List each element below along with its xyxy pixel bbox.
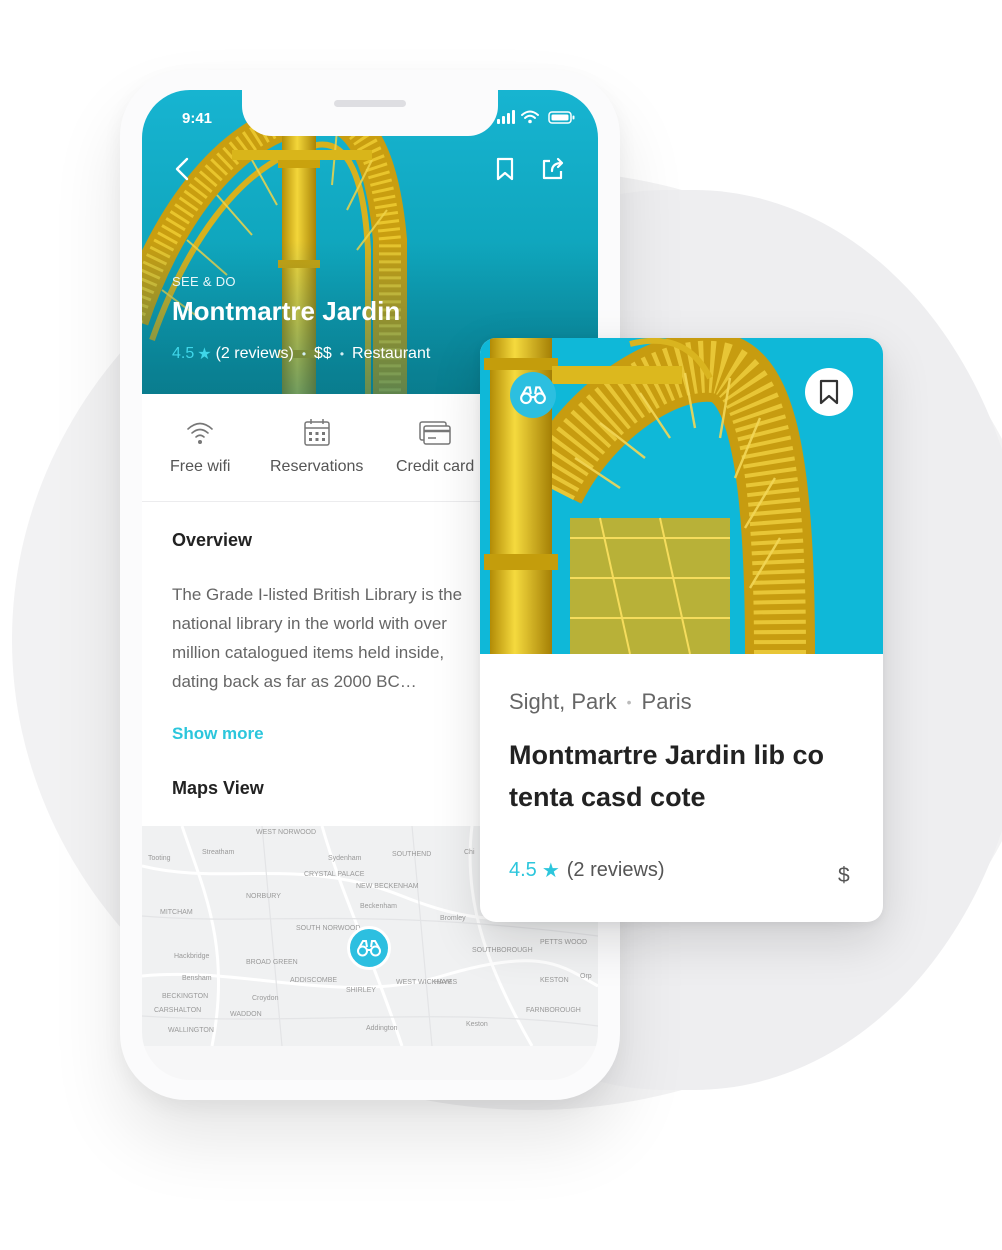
card-reviews[interactable]: (2 reviews) bbox=[567, 859, 665, 882]
card-image bbox=[480, 338, 883, 654]
card-location: Sight, Park • Paris bbox=[509, 689, 692, 715]
place-meta: 4.5 ★ (2 reviews) • $$ • Restaurant bbox=[172, 344, 430, 364]
card-city: Paris bbox=[641, 689, 692, 714]
place-type: Restaurant bbox=[352, 345, 431, 362]
map-label: PETTS WOOD bbox=[540, 939, 587, 946]
map-label: Orp bbox=[580, 973, 592, 980]
map-label: Tooting bbox=[148, 855, 171, 862]
bookmark-icon[interactable] bbox=[492, 156, 518, 182]
map-label: Keston bbox=[466, 1021, 488, 1028]
map-label: Addington bbox=[366, 1025, 398, 1032]
map-label: WEST NORWOOD bbox=[256, 829, 316, 836]
place-category: SEE & DO bbox=[172, 274, 236, 289]
meta-separator: • bbox=[339, 347, 345, 361]
meta-separator: • bbox=[301, 347, 307, 361]
map-label: CRYSTAL PALACE bbox=[304, 871, 365, 878]
card-category: Sight, Park bbox=[509, 689, 617, 714]
map-label: Hackbridge bbox=[174, 953, 210, 960]
amenity-label: Credit card bbox=[396, 458, 475, 475]
map-label: Streatham bbox=[202, 849, 234, 856]
place-card[interactable]: Sight, Park • Paris Montmartre Jardin li… bbox=[480, 338, 883, 922]
card-bookmark-button[interactable] bbox=[805, 368, 853, 416]
map-label: KESTON bbox=[540, 977, 569, 984]
map-label: NEW BECKENHAM bbox=[356, 883, 419, 890]
map-label: Beckenham bbox=[360, 903, 397, 910]
overview-text: The Grade I-listed British Library is th… bbox=[172, 585, 463, 691]
phone-speaker bbox=[334, 100, 406, 107]
card-price: $ bbox=[838, 864, 850, 887]
map-label: ADDISCOMBE bbox=[290, 977, 337, 984]
calendar-icon bbox=[303, 419, 330, 446]
maps-heading: Maps View bbox=[172, 778, 264, 798]
card-rating-row: 4.5 ★ (2 reviews) bbox=[509, 858, 665, 883]
wifi-status-icon bbox=[521, 110, 539, 119]
back-arrow-icon[interactable] bbox=[170, 156, 196, 182]
place-rating: 4.5 bbox=[172, 345, 195, 362]
star-icon: ★ bbox=[541, 860, 560, 882]
map-label: FARNBOROUGH bbox=[526, 1007, 581, 1014]
map-label: Croydon bbox=[252, 995, 279, 1002]
map-label: NORBURY bbox=[246, 893, 281, 900]
bookmark-icon bbox=[819, 379, 839, 405]
credit-card-icon bbox=[419, 421, 451, 445]
star-icon: ★ bbox=[197, 346, 212, 363]
show-more-link[interactable]: Show more bbox=[172, 724, 264, 744]
map-label: WADDON bbox=[230, 1011, 262, 1018]
amenity-label: Free wifi bbox=[170, 458, 231, 475]
map-label: BROAD GREEN bbox=[246, 959, 298, 966]
status-time: 9:41 bbox=[182, 110, 213, 127]
map-label: Sydenham bbox=[328, 855, 362, 862]
location-separator: • bbox=[626, 694, 632, 710]
status-icons bbox=[497, 110, 575, 124]
map-pin[interactable] bbox=[347, 926, 391, 970]
amenity-credit-card: Credit card bbox=[396, 418, 474, 476]
share-icon[interactable] bbox=[540, 156, 566, 182]
map-label: Bromley bbox=[440, 915, 466, 922]
map-label: Chi bbox=[464, 849, 475, 856]
map-label: WALLINGTON bbox=[168, 1027, 214, 1034]
card-rating: 4.5 bbox=[509, 859, 537, 881]
category-badge bbox=[510, 372, 556, 418]
map-label: CARSHALTON bbox=[154, 1007, 201, 1014]
battery-icon bbox=[548, 111, 575, 124]
place-price: $$ bbox=[314, 345, 332, 362]
overview-heading: Overview bbox=[172, 530, 253, 550]
amenity-label: Reservations bbox=[270, 458, 364, 475]
place-title: Montmartre Jardin bbox=[172, 296, 401, 326]
card-title[interactable]: Montmartre Jardin lib co tenta casd cote bbox=[509, 734, 859, 818]
phone-notch bbox=[242, 90, 498, 136]
map-label: BECKINGTON bbox=[162, 993, 208, 1000]
map-label: HAYES bbox=[434, 979, 458, 986]
map-label: MITCHAM bbox=[160, 909, 193, 916]
map-label: SOUTH NORWOOD bbox=[296, 925, 360, 932]
amenity-reservations: Reservations bbox=[270, 418, 363, 476]
map-label: SOUTHBOROUGH bbox=[472, 947, 533, 954]
place-reviews[interactable]: (2 reviews) bbox=[216, 345, 294, 363]
map-label: SHIRLEY bbox=[346, 987, 376, 994]
binoculars-icon bbox=[357, 940, 381, 957]
amenity-free-wifi: Free wifi bbox=[170, 418, 230, 476]
binoculars-icon bbox=[520, 386, 546, 405]
signal-icon bbox=[497, 110, 515, 124]
wifi-icon bbox=[187, 422, 214, 444]
map-label: Bensham bbox=[182, 975, 212, 982]
map-label: SOUTHEND bbox=[392, 851, 431, 858]
